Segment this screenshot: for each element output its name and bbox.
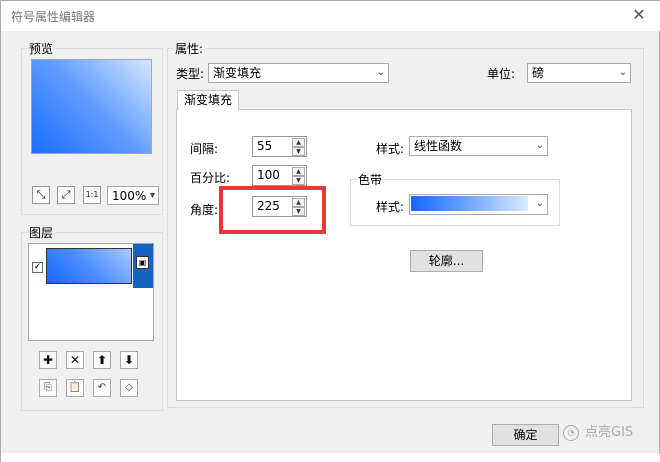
ok-button[interactable]: 确定 [492, 424, 559, 446]
interval-spinner[interactable]: 55 ▲ ▼ [252, 136, 307, 157]
chevron-down-icon: ⌄ [535, 140, 544, 151]
layers-label: 图层 [27, 224, 56, 241]
interval-value[interactable]: 55 [257, 139, 272, 153]
properties-label: 属性: [173, 40, 206, 57]
angle-highlight-box [219, 186, 326, 234]
colorband-title: 色带 [356, 171, 385, 188]
type-value: 渐变填充 [213, 66, 262, 80]
unit-value: 磅 [532, 66, 545, 80]
zoom-value: 100% [112, 189, 147, 203]
actual-size-icon[interactable]: 1:1 [83, 186, 101, 204]
zoom-select[interactable]: 100% ▾ [107, 186, 159, 205]
preview-swatch [31, 59, 152, 154]
colorband-preview[interactable] [411, 196, 528, 211]
colorband-style-label: 样式: [376, 200, 405, 214]
reset-icon[interactable]: ↶ [93, 379, 111, 397]
chevron-down-icon: ▾ [149, 190, 155, 201]
wechat-icon: ◔ [563, 425, 579, 441]
symbol-editor-window: 符号属性编辑器 ✕ 预览 ⤡ ⤢ 1:1 100% ▾ 图层 ✓ ▣ ✚ ✕ ⬆… [0, 0, 660, 462]
spin-down-icon[interactable]: ▼ [292, 147, 305, 156]
chevron-down-icon: ⌄ [376, 67, 385, 78]
outline-button[interactable]: 轮廓... [410, 250, 483, 272]
unit-select[interactable]: 磅 ⌄ [527, 63, 631, 83]
remove-layer-icon[interactable]: ✕ [66, 351, 84, 369]
layer-lock-cell[interactable]: ▣ [133, 244, 153, 288]
fit-to-window-icon[interactable]: ⤡ [32, 186, 50, 204]
percent-label: 百分比: [190, 171, 231, 185]
move-down-icon[interactable]: ⬇ [120, 351, 138, 369]
interval-label: 间隔: [190, 142, 219, 156]
percent-value[interactable]: 100 [257, 168, 280, 182]
percent-spinner[interactable]: 100 ▲ ▼ [252, 165, 307, 186]
lock-icon[interactable]: ▣ [136, 256, 149, 269]
layer-list[interactable]: ✓ ▣ [28, 243, 154, 341]
add-layer-icon[interactable]: ✚ [39, 351, 57, 369]
layer-row[interactable]: ✓ ▣ [29, 244, 153, 288]
preview-label: 预览 [27, 40, 56, 57]
angle-label: 角度: [190, 203, 219, 217]
paste-layer-icon[interactable]: 📋 [66, 379, 84, 397]
titlebar: 符号属性编辑器 ✕ [1, 1, 660, 31]
spin-up-icon[interactable]: ▲ [292, 138, 305, 147]
close-icon[interactable]: ✕ [629, 5, 649, 25]
desktop-strip [1, 453, 660, 462]
window-title: 符号属性编辑器 [11, 10, 96, 24]
type-select[interactable]: 渐变填充 ⌄ [208, 63, 389, 83]
layer-visibility-checkbox[interactable]: ✓ [32, 262, 43, 273]
style-select[interactable]: 线性函数 ⌄ [409, 136, 548, 156]
unit-label: 单位: [487, 67, 516, 81]
layer-swatch[interactable] [46, 248, 132, 284]
tab-gradient-fill[interactable]: 渐变填充 [177, 90, 239, 110]
style-label: 样式: [376, 142, 405, 156]
tag-icon[interactable]: ◇ [120, 379, 138, 397]
spin-down-icon[interactable]: ▼ [292, 176, 305, 185]
spin-up-icon[interactable]: ▲ [292, 167, 305, 176]
style-value: 线性函数 [414, 139, 463, 153]
chevron-down-icon: ⌄ [618, 67, 627, 78]
watermark-text: 点亮GIS [585, 425, 634, 440]
type-label: 类型: [176, 67, 205, 81]
chevron-down-icon: ⌄ [535, 198, 544, 209]
watermark: ◔ 点亮GIS [563, 422, 655, 444]
move-up-icon[interactable]: ⬆ [93, 351, 111, 369]
copy-layer-icon[interactable]: ⎘ [39, 379, 57, 397]
expand-icon[interactable]: ⤢ [57, 186, 75, 204]
